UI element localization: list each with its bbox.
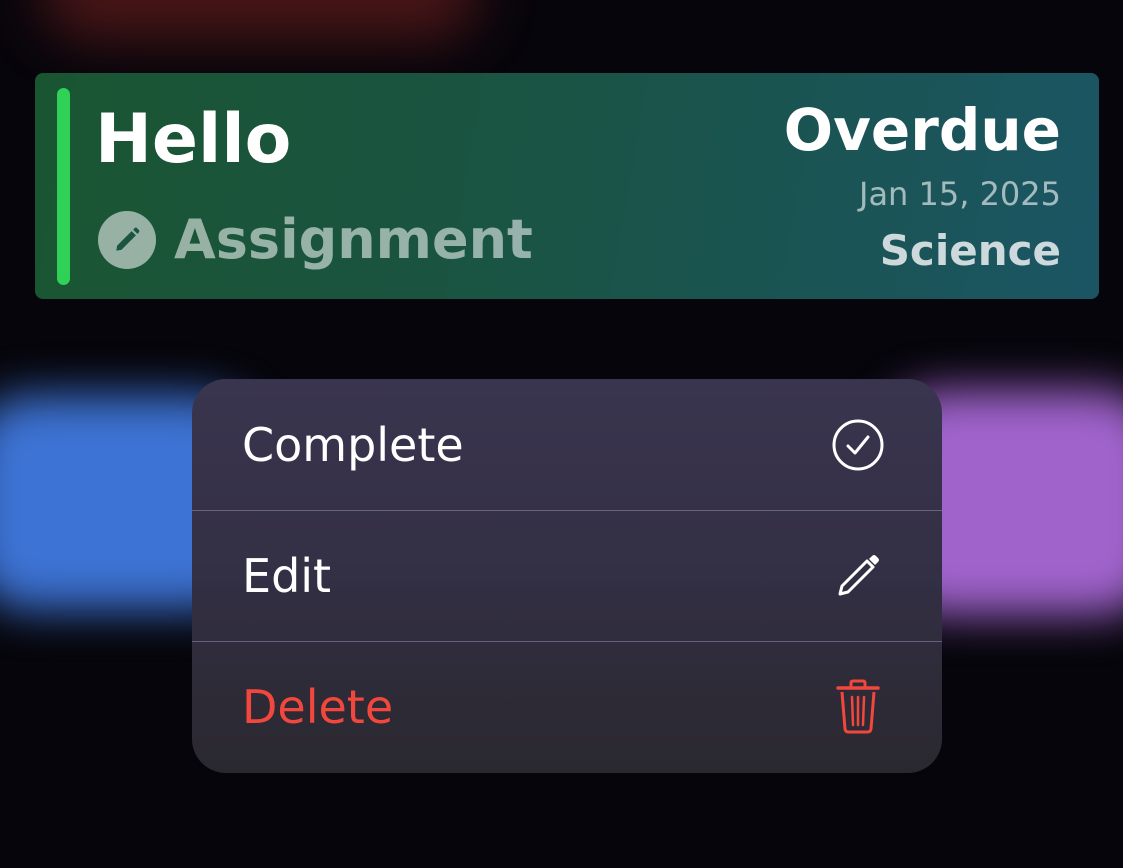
trash-icon [830, 679, 886, 735]
assignment-type: Assignment [98, 211, 533, 269]
subject-label: Science [879, 226, 1061, 275]
assignment-type-label: Assignment [174, 208, 533, 271]
status-label: Overdue [783, 96, 1061, 164]
menu-item-label: Edit [242, 549, 332, 603]
menu-item-complete[interactable]: Complete [192, 379, 942, 510]
menu-item-label: Delete [242, 680, 394, 734]
pencil-icon [98, 211, 156, 269]
checkmark-circle-icon [830, 417, 886, 473]
menu-item-delete[interactable]: Delete [192, 641, 942, 772]
due-date: Jan 15, 2025 [859, 175, 1061, 213]
assignment-title: Hello [95, 100, 292, 179]
context-menu: Complete Edit Delete [192, 379, 942, 773]
pencil-icon [830, 548, 886, 604]
menu-item-edit[interactable]: Edit [192, 510, 942, 641]
card-accent-stripe [57, 88, 70, 285]
menu-item-label: Complete [242, 417, 464, 472]
assignment-card[interactable]: Hello Assignment Overdue Jan 15, 2025 Sc… [35, 73, 1099, 299]
background-glow-red [40, 0, 480, 40]
